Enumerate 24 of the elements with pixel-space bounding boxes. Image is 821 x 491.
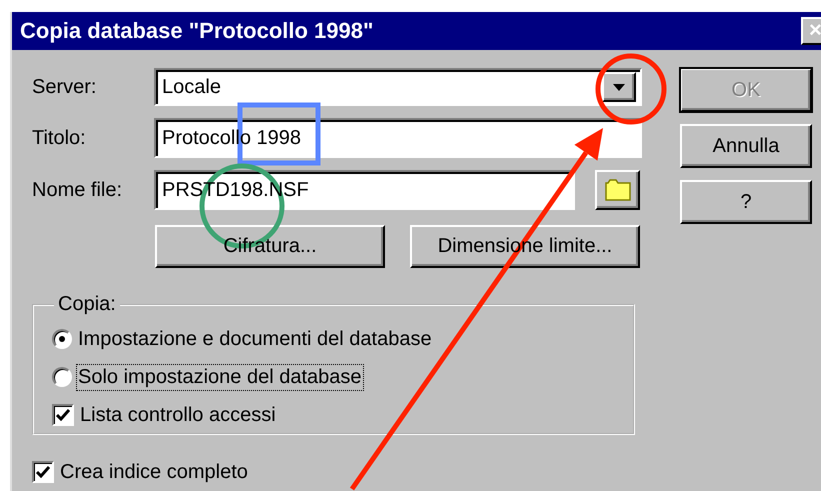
dropdown-value: Locale bbox=[162, 76, 222, 98]
option-button[interactable]: Cifratura... bbox=[155, 225, 385, 268]
checkmark-icon bbox=[36, 466, 50, 478]
caret-icon bbox=[613, 84, 625, 90]
checkbox[interactable] bbox=[52, 404, 74, 426]
group-title: Copia: bbox=[57, 293, 117, 316]
checkmark-icon bbox=[56, 409, 70, 421]
window-title: Copia database "Protocollo 1998" bbox=[20, 18, 374, 44]
field-label: Titolo: bbox=[32, 126, 87, 150]
server-dropdown[interactable]: Locale bbox=[154, 68, 642, 106]
field-label: Nome file: bbox=[32, 178, 124, 202]
browse-button[interactable] bbox=[595, 170, 640, 210]
dropdown-button[interactable] bbox=[602, 72, 636, 102]
field-label: Server: bbox=[32, 76, 98, 98]
folder-icon bbox=[604, 179, 630, 201]
radio-button[interactable] bbox=[52, 329, 72, 349]
dialog-button[interactable]: ? bbox=[680, 180, 812, 224]
option-label[interactable]: Solo impostazione del database bbox=[78, 366, 362, 388]
option-label[interactable]: Crea indice completo bbox=[60, 460, 248, 484]
option-label[interactable]: Impostazione e documenti del database bbox=[78, 328, 432, 350]
dialog-button[interactable]: Annulla bbox=[680, 124, 812, 168]
radio-button[interactable] bbox=[52, 367, 72, 387]
option-label[interactable]: Lista controllo accessi bbox=[80, 404, 276, 426]
checkbox[interactable] bbox=[32, 461, 54, 483]
